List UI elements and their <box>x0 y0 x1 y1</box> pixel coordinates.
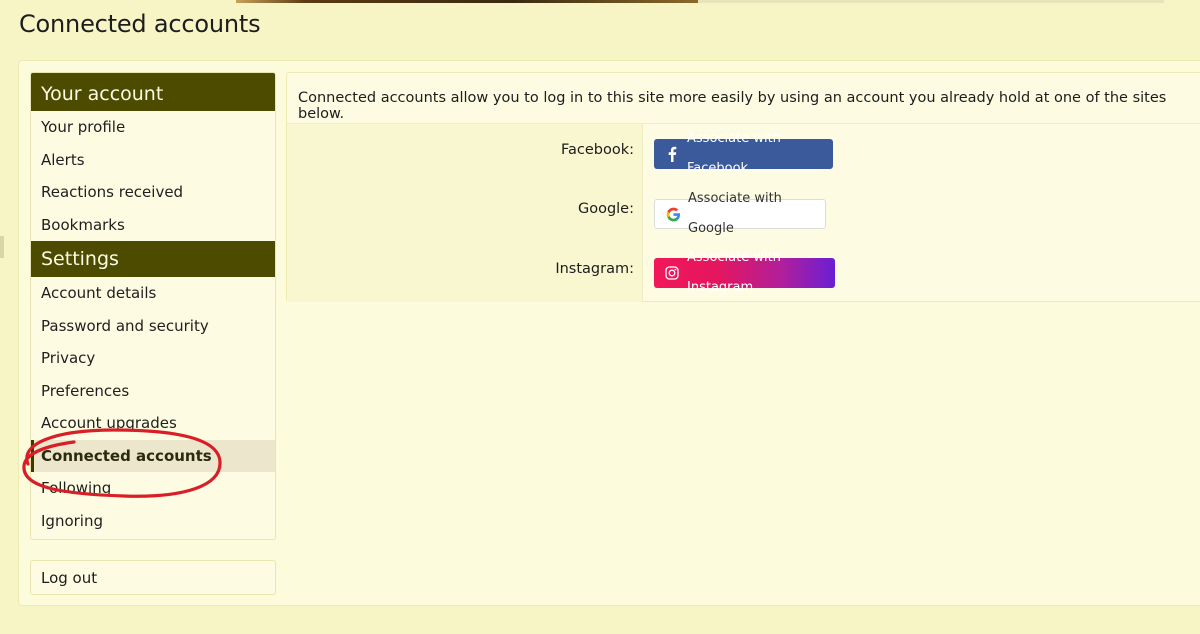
sidebar-item-account-upgrades[interactable]: Account upgrades <box>31 407 275 440</box>
logout-link[interactable]: Log out <box>30 560 276 595</box>
instagram-label: Instagram: <box>555 261 634 277</box>
google-label: Google: <box>577 201 634 217</box>
associate-instagram-label: Associate with Instagram <box>687 250 781 295</box>
header-banner-image <box>236 0 698 3</box>
associate-facebook-label: Associate with Facebook <box>687 131 781 176</box>
facebook-label: Facebook: <box>560 142 634 158</box>
sidebar-item-following[interactable]: Following <box>31 472 275 505</box>
sidebar-item-password-and-security[interactable]: Password and security <box>31 310 275 343</box>
associate-google-label: Associate with Google <box>688 191 782 236</box>
instagram-icon <box>664 265 680 281</box>
associate-instagram-button[interactable]: Associate with Instagram <box>654 250 835 295</box>
sidebar-item-privacy[interactable]: Privacy <box>31 342 275 375</box>
associate-facebook-button[interactable]: Associate with Facebook <box>654 131 833 176</box>
sidebar-item-reactions-received[interactable]: Reactions received <box>31 176 275 209</box>
sidebar-item-alerts[interactable]: Alerts <box>31 144 275 177</box>
header-bar <box>698 0 1164 3</box>
window-edge <box>0 236 4 258</box>
intro-text: Connected accounts allow you to log in t… <box>298 90 1167 122</box>
associate-google-button[interactable]: Associate with Google <box>654 191 826 236</box>
google-icon <box>665 206 681 222</box>
account-sidebar: Your account Your profile Alerts Reactio… <box>30 72 276 540</box>
settings-header: Settings <box>31 241 275 277</box>
your-account-header: Your account <box>31 73 275 111</box>
sidebar-item-your-profile[interactable]: Your profile <box>31 111 275 144</box>
sidebar-item-bookmarks[interactable]: Bookmarks <box>31 209 275 242</box>
sidebar-item-connected-accounts[interactable]: Connected accounts <box>31 439 275 472</box>
facebook-icon <box>664 146 680 162</box>
page-title: Connected accounts <box>19 10 261 38</box>
sidebar-item-account-details[interactable]: Account details <box>31 277 275 310</box>
connected-accounts-panel: Connected accounts allow you to log in t… <box>286 72 1200 302</box>
sidebar-item-ignoring[interactable]: Ignoring <box>31 505 275 538</box>
sidebar-item-preferences[interactable]: Preferences <box>31 375 275 408</box>
